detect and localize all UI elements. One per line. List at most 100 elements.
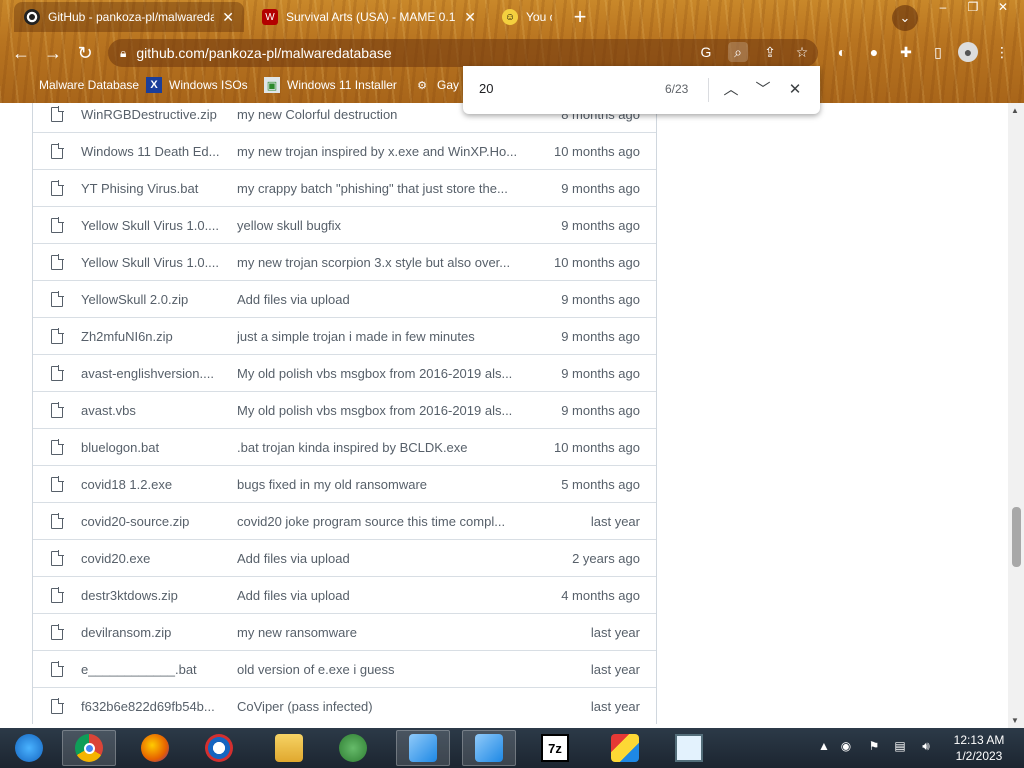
file-name-link[interactable]: Yellow Skull Virus 1.0.... bbox=[81, 255, 223, 270]
commit-message-link[interactable]: Add files via upload bbox=[237, 588, 527, 603]
commit-message-link[interactable]: my new trojan scorpion 3.x style but als… bbox=[237, 255, 527, 270]
scrollbar-thumb[interactable] bbox=[1012, 507, 1021, 567]
file-icon bbox=[51, 143, 64, 159]
action-center-flag-icon[interactable]: ⚑ bbox=[866, 739, 882, 755]
tab-survival-arts[interactable]: W Survival Arts (USA) - MAME 0.1 ✕ bbox=[252, 2, 486, 32]
commit-message-link[interactable]: My old polish vbs msgbox from 2016-2019 … bbox=[237, 403, 527, 418]
notepad-taskbar-button[interactable] bbox=[662, 730, 716, 766]
find-icon[interactable]: ⌕ bbox=[728, 42, 748, 62]
extensions-puzzle-icon[interactable]: ✚ bbox=[896, 42, 916, 62]
tab-close-icon[interactable]: ✕ bbox=[464, 9, 476, 26]
tab-search-button[interactable]: ⌄ bbox=[892, 5, 918, 31]
close-window-button[interactable]: ✕ bbox=[988, 0, 1018, 18]
file-name-link[interactable]: bluelogon.bat bbox=[81, 440, 223, 455]
installer-icon bbox=[475, 734, 503, 762]
menu-icon[interactable]: ⋮ bbox=[992, 42, 1012, 62]
file-name-link[interactable]: YT Phising Virus.bat bbox=[81, 181, 223, 196]
file-name-link[interactable]: e____________.bat bbox=[81, 662, 223, 677]
file-name-link[interactable]: destr3ktdows.zip bbox=[81, 588, 223, 603]
extension-avatar-icon[interactable]: ● bbox=[864, 42, 884, 62]
start-button[interactable] bbox=[2, 730, 56, 766]
firefox-taskbar-button[interactable] bbox=[128, 730, 182, 766]
side-panel-icon[interactable]: ▯ bbox=[928, 42, 948, 62]
scroll-down-icon[interactable]: ▼ bbox=[1011, 716, 1019, 725]
bookmark-malware-database[interactable]: Malware Database bbox=[16, 76, 139, 94]
network-taskbar-button[interactable] bbox=[326, 730, 380, 766]
commit-message-link[interactable]: bugs fixed in my old ransomware bbox=[237, 477, 527, 492]
commit-age: 9 months ago bbox=[561, 366, 640, 381]
network-status-icon[interactable]: ▤ bbox=[892, 739, 908, 755]
bookmark-windows-11-installer[interactable]: ▣ Windows 11 Installer bbox=[264, 76, 397, 94]
setup2-taskbar-button[interactable] bbox=[462, 730, 516, 766]
file-name-link[interactable]: avast-englishversion.... bbox=[81, 366, 223, 381]
commit-message-link[interactable]: old version of e.exe i guess bbox=[237, 662, 527, 677]
commit-message-link[interactable]: my new ransomware bbox=[237, 625, 527, 640]
setup-taskbar-button[interactable] bbox=[396, 730, 450, 766]
paint-taskbar-button[interactable] bbox=[598, 730, 652, 766]
file-name-link[interactable]: covid18 1.2.exe bbox=[81, 477, 223, 492]
minimize-button[interactable]: – bbox=[928, 0, 958, 18]
find-previous-button[interactable]: ︿ bbox=[719, 78, 743, 102]
extension-flag-icon[interactable]: ◐ bbox=[832, 42, 852, 62]
file-name-link[interactable]: covid20.exe bbox=[81, 551, 223, 566]
obama-taskbar-button[interactable] bbox=[192, 730, 246, 766]
bookmark-gay[interactable]: ⚙ Gay h bbox=[414, 76, 469, 94]
find-next-button[interactable]: ﹀ bbox=[751, 78, 775, 102]
commit-message-link[interactable]: .bat trojan kinda inspired by BCLDK.exe bbox=[237, 440, 527, 455]
github-icon bbox=[24, 9, 40, 25]
obama-logo-icon bbox=[205, 734, 233, 762]
find-close-button[interactable]: ✕ bbox=[783, 78, 807, 102]
file-row: covid20.exe Add files via upload 2 years a… bbox=[33, 539, 656, 576]
scroll-up-icon[interactable]: ▲ bbox=[1011, 106, 1019, 115]
commit-message-link[interactable]: Add files via upload bbox=[237, 292, 527, 307]
commit-message-link[interactable]: CoViper (pass infected) bbox=[237, 699, 527, 714]
commit-message-link[interactable]: my crappy batch "phishing" that just sto… bbox=[237, 181, 527, 196]
commit-message-link[interactable]: covid20 joke program source this time co… bbox=[237, 514, 527, 529]
profile-icon[interactable]: ● bbox=[958, 42, 978, 62]
bookmark-star-icon[interactable]: ☆ bbox=[792, 42, 812, 62]
system-clock[interactable]: 12:13 AM 1/2/2023 bbox=[944, 732, 1014, 764]
file-icon bbox=[51, 661, 64, 677]
file-name-link[interactable]: Windows 11 Death Ed... bbox=[81, 144, 223, 159]
image-icon: ▣ bbox=[264, 77, 280, 93]
commit-message-link[interactable]: Add files via upload bbox=[237, 551, 527, 566]
commit-message-link[interactable]: my new trojan inspired by x.exe and WinX… bbox=[237, 144, 527, 159]
google-lens-icon[interactable]: G bbox=[696, 42, 716, 62]
commit-message-link[interactable]: yellow skull bugfix bbox=[237, 218, 527, 233]
file-row: covid20-source.zip covid20 joke program s… bbox=[33, 502, 656, 539]
new-tab-button[interactable]: + bbox=[568, 6, 592, 30]
file-name-link[interactable]: avast.vbs bbox=[81, 403, 223, 418]
reload-button[interactable]: ↻ bbox=[72, 40, 98, 66]
file-name-link[interactable]: covid20-source.zip bbox=[81, 514, 223, 529]
file-name-link[interactable]: YellowSkull 2.0.zip bbox=[81, 292, 223, 307]
address-url: github.com/pankoza-pl/malwaredatabase bbox=[136, 45, 392, 61]
commit-message-link[interactable]: just a simple trojan i made in few minut… bbox=[237, 329, 527, 344]
file-name-link[interactable]: Yellow Skull Virus 1.0.... bbox=[81, 218, 223, 233]
volume-icon[interactable]: 🔊︎ bbox=[918, 739, 934, 755]
tray-obama-icon[interactable]: ◉ bbox=[838, 739, 854, 755]
file-name-link[interactable]: f632b6e822d69fb54b... bbox=[81, 699, 223, 714]
forward-button[interactable]: → bbox=[40, 40, 66, 66]
tab-third[interactable]: ☺ You c bbox=[492, 2, 562, 32]
share-icon[interactable]: ⇪ bbox=[760, 42, 780, 62]
file-icon bbox=[51, 624, 64, 640]
file-name-link[interactable]: WinRGBDestructive.zip bbox=[81, 107, 223, 122]
show-hidden-icons-icon[interactable]: ▲ bbox=[816, 739, 832, 755]
back-button[interactable]: ← bbox=[8, 40, 34, 66]
chrome-taskbar-button[interactable] bbox=[62, 730, 116, 766]
tab-close-icon[interactable]: ✕ bbox=[222, 9, 234, 26]
folder-icon bbox=[16, 77, 32, 93]
7zip-taskbar-button[interactable]: 7z bbox=[528, 730, 582, 766]
explorer-taskbar-button[interactable] bbox=[262, 730, 316, 766]
file-name-link[interactable]: devilransom.zip bbox=[81, 625, 223, 640]
bookmark-windows-isos[interactable]: X Windows ISOs bbox=[146, 76, 248, 94]
restore-button[interactable]: ❐ bbox=[958, 0, 988, 18]
tab-github[interactable]: GitHub - pankoza-pl/malwaredata ✕ bbox=[14, 2, 244, 32]
file-name-link[interactable]: Zh2mfuNI6n.zip bbox=[81, 329, 223, 344]
tab-strip: GitHub - pankoza-pl/malwaredata ✕ W Surv… bbox=[0, 0, 1024, 34]
page-scrollbar[interactable]: ▲ ▼ bbox=[1008, 103, 1024, 728]
commit-age: 5 months ago bbox=[561, 477, 640, 492]
find-input[interactable]: 20 bbox=[479, 81, 493, 96]
commit-message-link[interactable]: My old polish vbs msgbox from 2016-2019 … bbox=[237, 366, 527, 381]
file-icon bbox=[51, 550, 64, 566]
